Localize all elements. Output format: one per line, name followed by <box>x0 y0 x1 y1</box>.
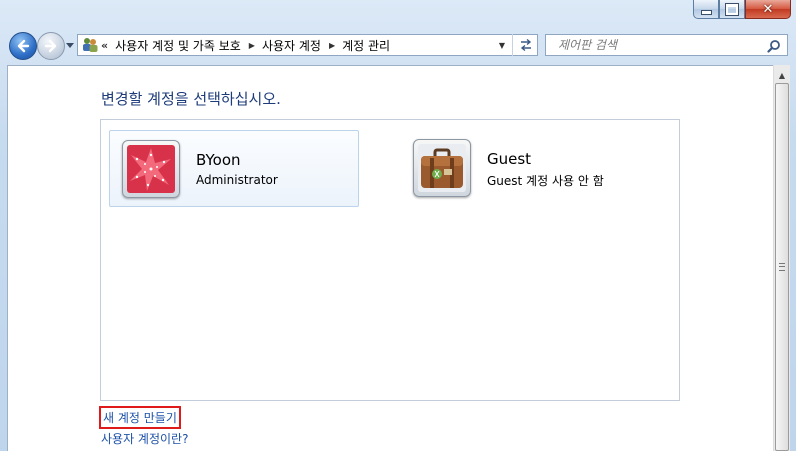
account-type: Guest 계정 사용 안 함 <box>487 174 604 188</box>
scroll-up-icon[interactable]: ▲ <box>774 67 790 83</box>
account-name: Guest <box>487 150 532 168</box>
breadcrumb-overflow[interactable]: « <box>101 39 108 52</box>
account-tile-byoon[interactable]: BYoon Administrator <box>109 130 359 207</box>
page-title: 변경할 계정을 선택하십시오. <box>101 90 281 108</box>
search-icon[interactable] <box>767 39 781 53</box>
caption-buttons: ✕ <box>693 0 791 20</box>
recent-pages-button[interactable] <box>65 40 75 50</box>
breadcrumb-arrow-icon[interactable]: ▶ <box>329 41 335 50</box>
suitcase-avatar-icon <box>418 144 466 192</box>
grip-icon <box>779 263 785 271</box>
maximize-button[interactable] <box>719 0 745 19</box>
window-frame: ✕ « 사용자 계정 및 가족 보호 ▶ 사용자 계정 ▶ 계정 관리 ▼ 제어… <box>0 0 796 451</box>
search-box[interactable] <box>545 34 788 56</box>
scroll-thumb[interactable] <box>775 83 789 451</box>
account-name: BYoon <box>196 151 241 169</box>
search-input[interactable] <box>556 37 770 53</box>
back-arrow-icon <box>17 39 30 53</box>
breadcrumb-arrow-icon[interactable]: ▶ <box>249 41 255 50</box>
refresh-button[interactable] <box>512 34 539 56</box>
breadcrumb-item[interactable]: 사용자 계정 <box>262 37 321 54</box>
minimize-button[interactable] <box>693 0 719 19</box>
what-is-account-link[interactable]: 사용자 계정이란? <box>101 430 188 447</box>
breadcrumb-item[interactable]: 계정 관리 <box>342 37 390 54</box>
forward-button[interactable] <box>37 32 65 60</box>
starfish-avatar-icon <box>127 145 175 193</box>
address-dropdown-icon[interactable]: ▼ <box>499 41 505 50</box>
account-tile-guest[interactable]: Guest Guest 계정 사용 안 함 <box>401 130 661 207</box>
minimize-icon <box>701 10 711 14</box>
avatar <box>122 140 180 198</box>
main-content: 변경할 계정을 선택하십시오. BYoon Administrator Gues… <box>7 65 773 451</box>
close-button[interactable]: ✕ <box>745 0 791 19</box>
back-button[interactable] <box>9 32 37 60</box>
control-panel-users-icon <box>81 37 99 53</box>
avatar <box>413 139 471 197</box>
forward-arrow-icon <box>44 39 57 53</box>
breadcrumb-item[interactable]: 사용자 계정 및 가족 보호 <box>115 37 241 54</box>
address-bar[interactable]: « 사용자 계정 및 가족 보호 ▶ 사용자 계정 ▶ 계정 관리 ▼ <box>77 34 538 56</box>
close-icon: ✕ <box>762 1 774 17</box>
accounts-list: BYoon Administrator Guest Guest 계정 사용 안 … <box>100 119 680 401</box>
maximize-icon <box>726 3 738 15</box>
create-account-link[interactable]: 새 계정 만들기 <box>99 406 181 429</box>
chevron-down-icon <box>66 42 74 48</box>
account-type: Administrator <box>196 173 278 187</box>
refresh-icon <box>520 38 532 52</box>
vertical-scrollbar[interactable]: ▲ <box>773 65 790 451</box>
